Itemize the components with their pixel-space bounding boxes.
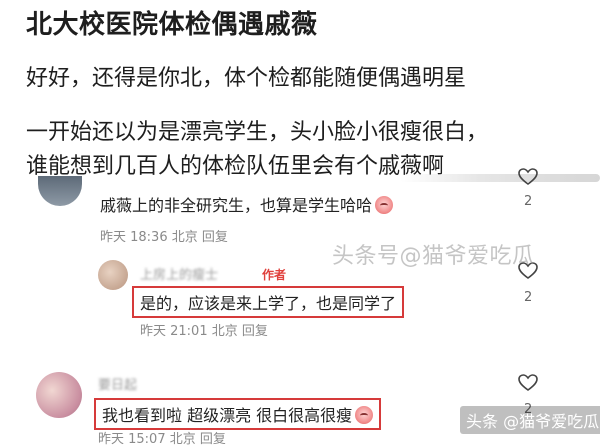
heart-outline-icon[interactable] — [518, 168, 538, 186]
corner-watermark: 头条 @猫爷爱吃瓜 — [460, 406, 600, 434]
comment-text-content: 戚薇上的非全研究生，也算是学生哈哈 — [100, 196, 373, 215]
comment-meta[interactable]: 昨天 21:01 北京 回复 — [140, 320, 268, 339]
avatar[interactable] — [98, 260, 128, 290]
comment-text: 戚薇上的非全研究生，也算是学生哈哈 — [100, 192, 394, 216]
heart-outline-icon[interactable] — [518, 374, 538, 392]
username[interactable]: 要日起 — [98, 374, 137, 393]
comment-text-content: 我也看到啦 超级漂亮 很白很高很瘦 — [102, 406, 353, 425]
blurred-username — [400, 174, 600, 182]
comment-meta[interactable]: 昨天 18:36 北京 回复 — [100, 226, 228, 245]
comment-meta[interactable]: 昨天 15:07 北京 回复 — [98, 428, 226, 447]
like-count: 2 — [524, 194, 533, 209]
blushing-face-emoji-icon — [375, 196, 394, 214]
highlighted-comment-text: 我也看到啦 超级漂亮 很白很高很瘦 — [94, 398, 382, 430]
username[interactable]: 上房上的瘦士 — [140, 264, 218, 283]
watermark: 头条号@猫爷爱吃瓜 — [332, 244, 535, 269]
author-badge: 作者 — [262, 268, 287, 282]
post-line-1: 好好，还得是你北，体个检都能随便偶遇明星 — [26, 66, 467, 91]
blushing-face-emoji-icon — [355, 406, 374, 424]
post-line-2: 一开始还以为是漂亮学生，头小脸小很瘦很白， — [26, 120, 489, 145]
like-count: 2 — [524, 290, 533, 305]
highlighted-comment-text: 是的，应该是来上学了，也是同学了 — [132, 286, 405, 318]
post-title: 北大校医院体检偶遇戚薇 — [26, 10, 318, 40]
avatar[interactable] — [38, 176, 82, 206]
avatar[interactable] — [36, 372, 82, 418]
